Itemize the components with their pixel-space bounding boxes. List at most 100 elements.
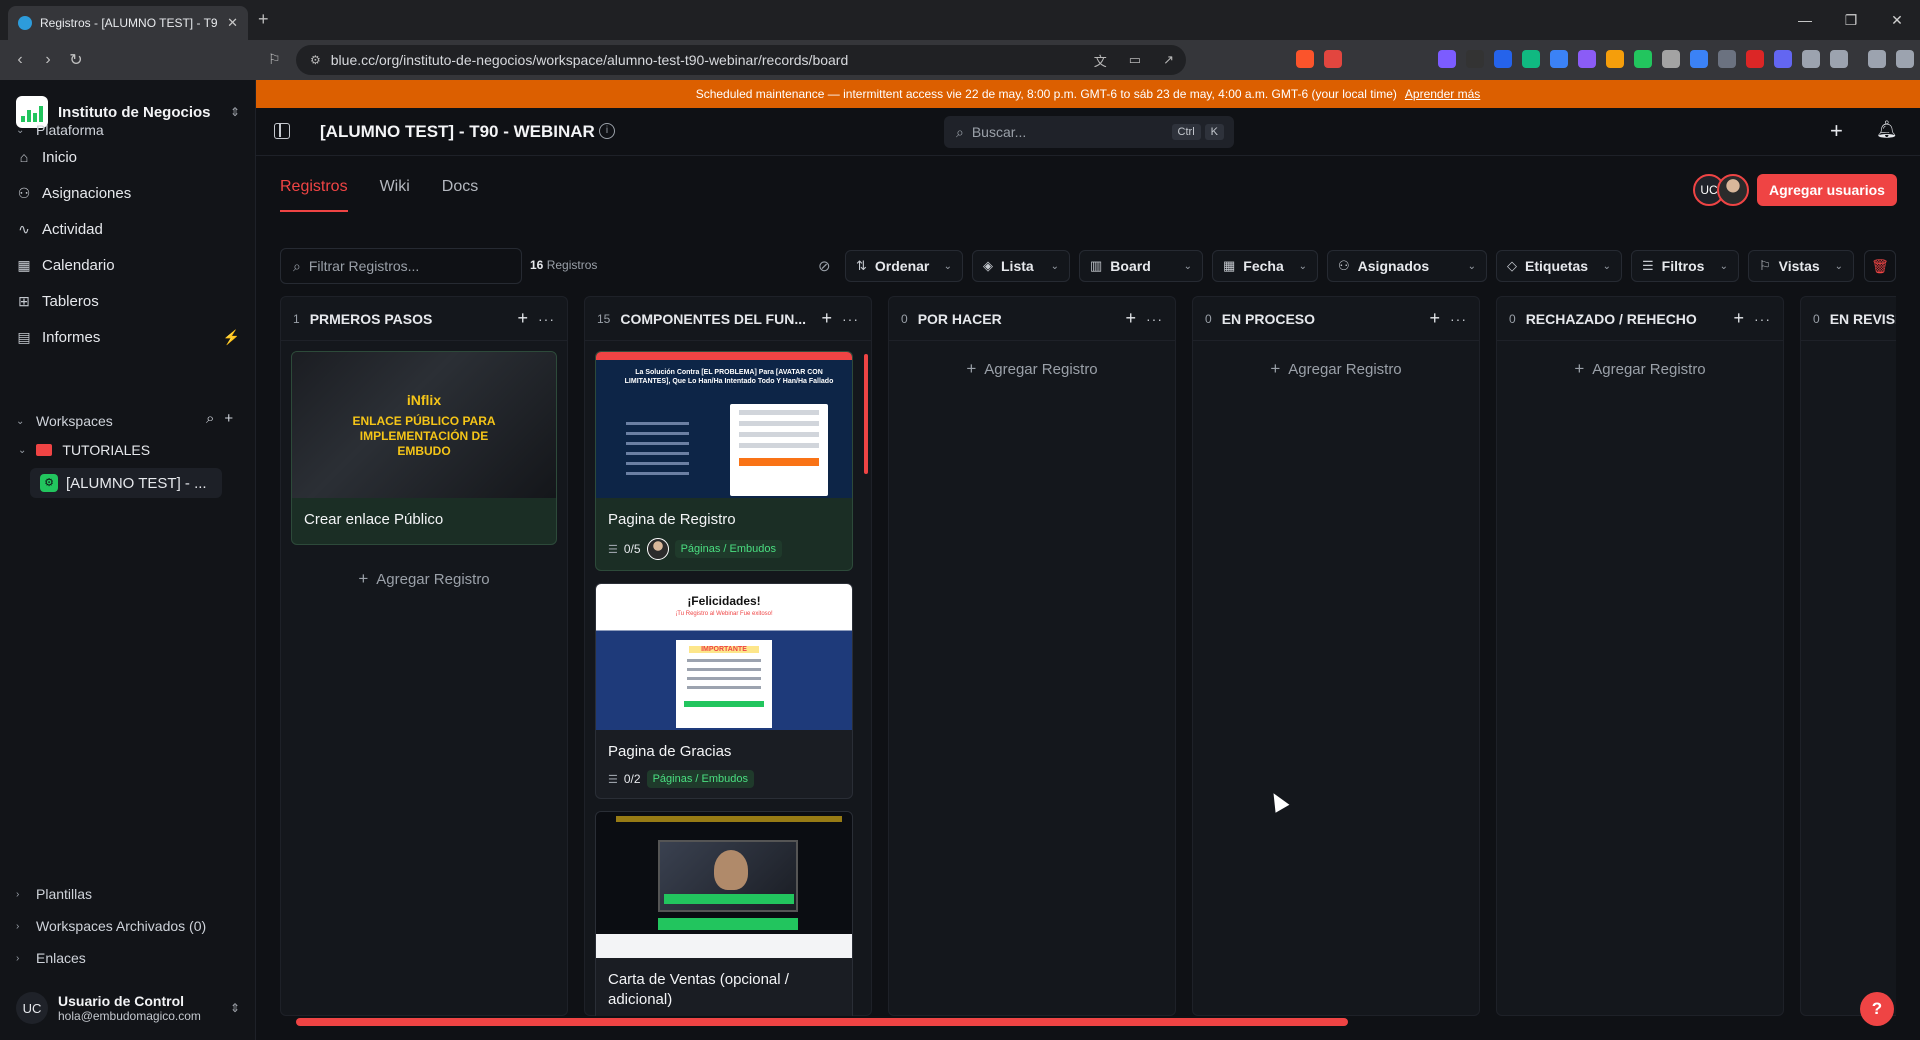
record-card[interactable]: ¡Felicidades! ¡Tu Registro al Webinar Fu… (595, 583, 853, 799)
column-count: 15 (597, 311, 611, 326)
tag-badge: Páginas / Embudos (674, 540, 782, 558)
section-enlaces[interactable]: › Enlaces (16, 950, 86, 966)
add-icon[interactable]: + (1830, 118, 1843, 144)
extension-icon[interactable] (1550, 50, 1568, 68)
url-bar[interactable]: ⚙ blue.cc/org/instituto-de-negocios/work… (296, 45, 1186, 75)
sort-button[interactable]: ⇅ Ordenar ⌄ (845, 250, 963, 282)
sidebar-item-label: Tableros (42, 292, 99, 310)
list-button[interactable]: ◈ Lista ⌄ (972, 250, 1070, 282)
extension-icon[interactable] (1522, 50, 1540, 68)
add-record-button[interactable]: + Agregar Registro (281, 569, 567, 589)
extension-icon[interactable] (1494, 50, 1512, 68)
record-card[interactable]: La Solución Contra [EL PROBLEMA] Para [A… (595, 351, 853, 571)
more-icon[interactable]: ··· (538, 311, 555, 327)
brave-shield-icon[interactable] (1296, 50, 1314, 68)
section-workspaces[interactable]: ⌄ Workspaces (16, 413, 113, 429)
assignees-button[interactable]: ⚇ Asignados ⌄ (1327, 250, 1487, 282)
close-tab-icon[interactable]: ✕ (227, 15, 238, 31)
translate-icon[interactable]: 文 (1094, 51, 1107, 70)
trash-icon[interactable]: 🗑︎ (1864, 250, 1896, 282)
add-icon[interactable]: + (1429, 308, 1440, 329)
card-thumbnail: iNflix ENLACE PÚBLICO PARA IMPLEMENTACIÓ… (292, 352, 556, 498)
filter-input[interactable]: ⌕ Filtrar Registros... (280, 248, 522, 284)
tab-docs[interactable]: Docs (442, 178, 478, 212)
new-tab-icon[interactable]: + (258, 9, 269, 30)
tab-wiki[interactable]: Wiki (380, 178, 410, 212)
back-icon[interactable]: ‹ (6, 51, 34, 69)
date-button[interactable]: ▦ Fecha ⌄ (1212, 250, 1318, 282)
search-input[interactable]: ⌕ Buscar... Ctrl K (944, 116, 1234, 148)
restore-icon[interactable]: ❐ (1828, 0, 1874, 40)
tab-registros[interactable]: Registros (280, 178, 348, 212)
sidebar-item-informes[interactable]: ▤ Informes ⚡ (16, 323, 240, 351)
cast-icon[interactable]: ▭ (1129, 52, 1141, 68)
sidebar-item-calendario[interactable]: ▦ Calendario (16, 251, 240, 279)
section-label: Enlaces (36, 950, 86, 966)
add-icon[interactable]: + (821, 308, 832, 329)
wallet-icon[interactable] (1896, 50, 1914, 68)
add-record-button[interactable]: + Agregar Registro (1497, 359, 1783, 379)
add-icon[interactable]: + (224, 410, 233, 427)
browser-tab[interactable]: Registros - [ALUMNO TEST] - T9 ✕ (8, 6, 248, 40)
bookmark-icon[interactable]: ⚐ (268, 51, 281, 68)
help-icon[interactable]: ? (1860, 992, 1894, 1026)
add-icon[interactable]: + (1733, 308, 1744, 329)
board-button[interactable]: ▥ Board ⌄ (1079, 250, 1203, 282)
extension-icon[interactable] (1830, 50, 1848, 68)
sidebar-item-tableros[interactable]: ⊞ Tableros (16, 287, 240, 315)
record-card[interactable]: iNflix ENLACE PÚBLICO PARA IMPLEMENTACIÓ… (291, 351, 557, 545)
extension-icon[interactable] (1662, 50, 1680, 68)
add-record-button[interactable]: + Agregar Registro (1193, 359, 1479, 379)
extension-icon[interactable] (1438, 50, 1456, 68)
add-icon[interactable]: + (517, 308, 528, 329)
extension-icon[interactable] (1606, 50, 1624, 68)
section-platform[interactable]: ⌄ Plataforma (16, 122, 104, 138)
add-users-button[interactable]: Agregar usuarios (1757, 174, 1897, 206)
shortcut-hint: Ctrl K (1171, 124, 1224, 140)
close-window-icon[interactable]: ✕ (1874, 0, 1920, 40)
add-icon[interactable]: + (1125, 308, 1136, 329)
filters-button[interactable]: ☰ Filtros ⌄ (1631, 250, 1739, 282)
folder-tutoriales[interactable]: ⌄ TUTORIALES (18, 442, 150, 458)
tags-button[interactable]: ◇ Etiquetas ⌄ (1496, 250, 1622, 282)
extension-icon[interactable] (1578, 50, 1596, 68)
minimize-icon[interactable]: — (1782, 0, 1828, 40)
extension-icon[interactable] (1634, 50, 1652, 68)
more-icon[interactable]: ··· (1146, 311, 1163, 327)
extension-icon[interactable] (1718, 50, 1736, 68)
card-title: Pagina de Registro (608, 511, 736, 528)
sidebar-toggle-icon[interactable] (274, 123, 290, 139)
sidebar-toggle-icon[interactable] (1868, 50, 1886, 68)
extension-icon[interactable] (1466, 50, 1484, 68)
sidebar-item-inicio[interactable]: ⌂ Inicio (16, 143, 240, 171)
member-avatars[interactable]: UC (1693, 174, 1749, 206)
section-workspaces-archivados[interactable]: › Workspaces Archivados (0) (16, 918, 206, 934)
views-button[interactable]: ⚐ Vistas ⌄ (1748, 250, 1854, 282)
sidebar-item-asignaciones[interactable]: ⚇ Asignaciones (16, 179, 240, 207)
section-plantillas[interactable]: › Plantillas (16, 886, 92, 902)
record-card[interactable]: Carta de Ventas (opcional / adicional) (595, 811, 853, 1016)
more-icon[interactable]: ··· (842, 311, 859, 327)
sidebar-item-actividad[interactable]: ∿ Actividad (16, 215, 240, 243)
eye-off-icon[interactable]: ⊘ (818, 257, 831, 275)
user-menu[interactable]: UC Usuario de Control hola@embudomagico.… (16, 988, 240, 1028)
extension-icon[interactable] (1690, 50, 1708, 68)
puzzle-icon[interactable] (1802, 50, 1820, 68)
workspace-item[interactable]: ⚙ [ALUMNO TEST] - ... (30, 468, 222, 498)
board-scrollbar[interactable] (296, 1018, 1348, 1026)
banner-link[interactable]: Aprender más (1405, 87, 1480, 101)
bell-icon[interactable]: 🔔︎ (1876, 120, 1898, 140)
search-icon[interactable]: ⌕ (206, 410, 214, 427)
rewards-icon[interactable] (1324, 50, 1342, 68)
share-icon[interactable]: ↗ (1163, 52, 1174, 68)
reload-icon[interactable]: ↻ (62, 50, 90, 70)
column-scrollbar[interactable] (864, 354, 868, 474)
more-icon[interactable]: ··· (1450, 311, 1467, 327)
add-record-button[interactable]: + Agregar Registro (889, 359, 1175, 379)
info-icon[interactable]: i (599, 123, 615, 139)
forward-icon[interactable]: › (34, 51, 62, 69)
site-info-icon[interactable]: ⚙ (310, 53, 321, 67)
extension-icon[interactable] (1746, 50, 1764, 68)
more-icon[interactable]: ··· (1754, 311, 1771, 327)
extension-icon[interactable] (1774, 50, 1792, 68)
